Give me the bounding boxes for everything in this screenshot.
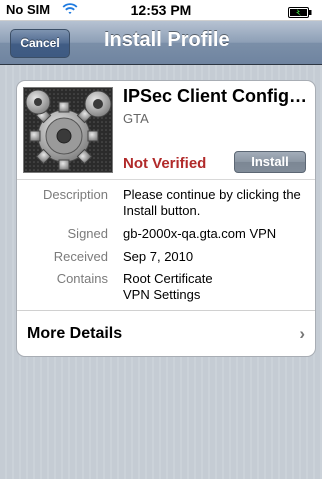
- battery-icon: [288, 5, 312, 18]
- more-details-row[interactable]: More Details ›: [17, 310, 315, 356]
- detail-key: Signed: [67, 226, 108, 241]
- detail-value: Root Certificate VPN Settings: [123, 271, 213, 302]
- page-title: Install Profile: [104, 29, 230, 51]
- chevron-right-icon: ›: [299, 324, 305, 343]
- detail-value: Sep 7, 2010: [123, 249, 194, 264]
- detail-key: Received: [53, 249, 108, 264]
- divider: [17, 179, 315, 180]
- detail-key: Contains: [56, 271, 108, 286]
- cancel-button[interactable]: Cancel: [10, 29, 70, 58]
- profile-card: IPSec Client Config… GTA Not Verified In…: [16, 80, 316, 357]
- more-details-label: More Details: [27, 325, 123, 342]
- status-bar: No SIM 12:53 PM: [0, 0, 322, 21]
- profile-header: IPSec Client Config… GTA Not Verified In…: [17, 81, 315, 179]
- install-button[interactable]: Install: [234, 151, 306, 173]
- navigation-bar: Cancel Install Profile: [0, 21, 322, 65]
- detail-value: Please continue by clicking the Install …: [123, 187, 301, 218]
- clock: 12:53 PM: [130, 2, 192, 18]
- detail-value: gb-2000x-qa.gta.com VPN: [123, 226, 277, 241]
- verification-status: Not Verified: [123, 155, 207, 172]
- profile-organization: GTA: [123, 111, 149, 126]
- detail-key: Description: [42, 187, 108, 202]
- profile-name: IPSec Client Config…: [123, 86, 308, 106]
- settings-gear-icon: [23, 87, 113, 173]
